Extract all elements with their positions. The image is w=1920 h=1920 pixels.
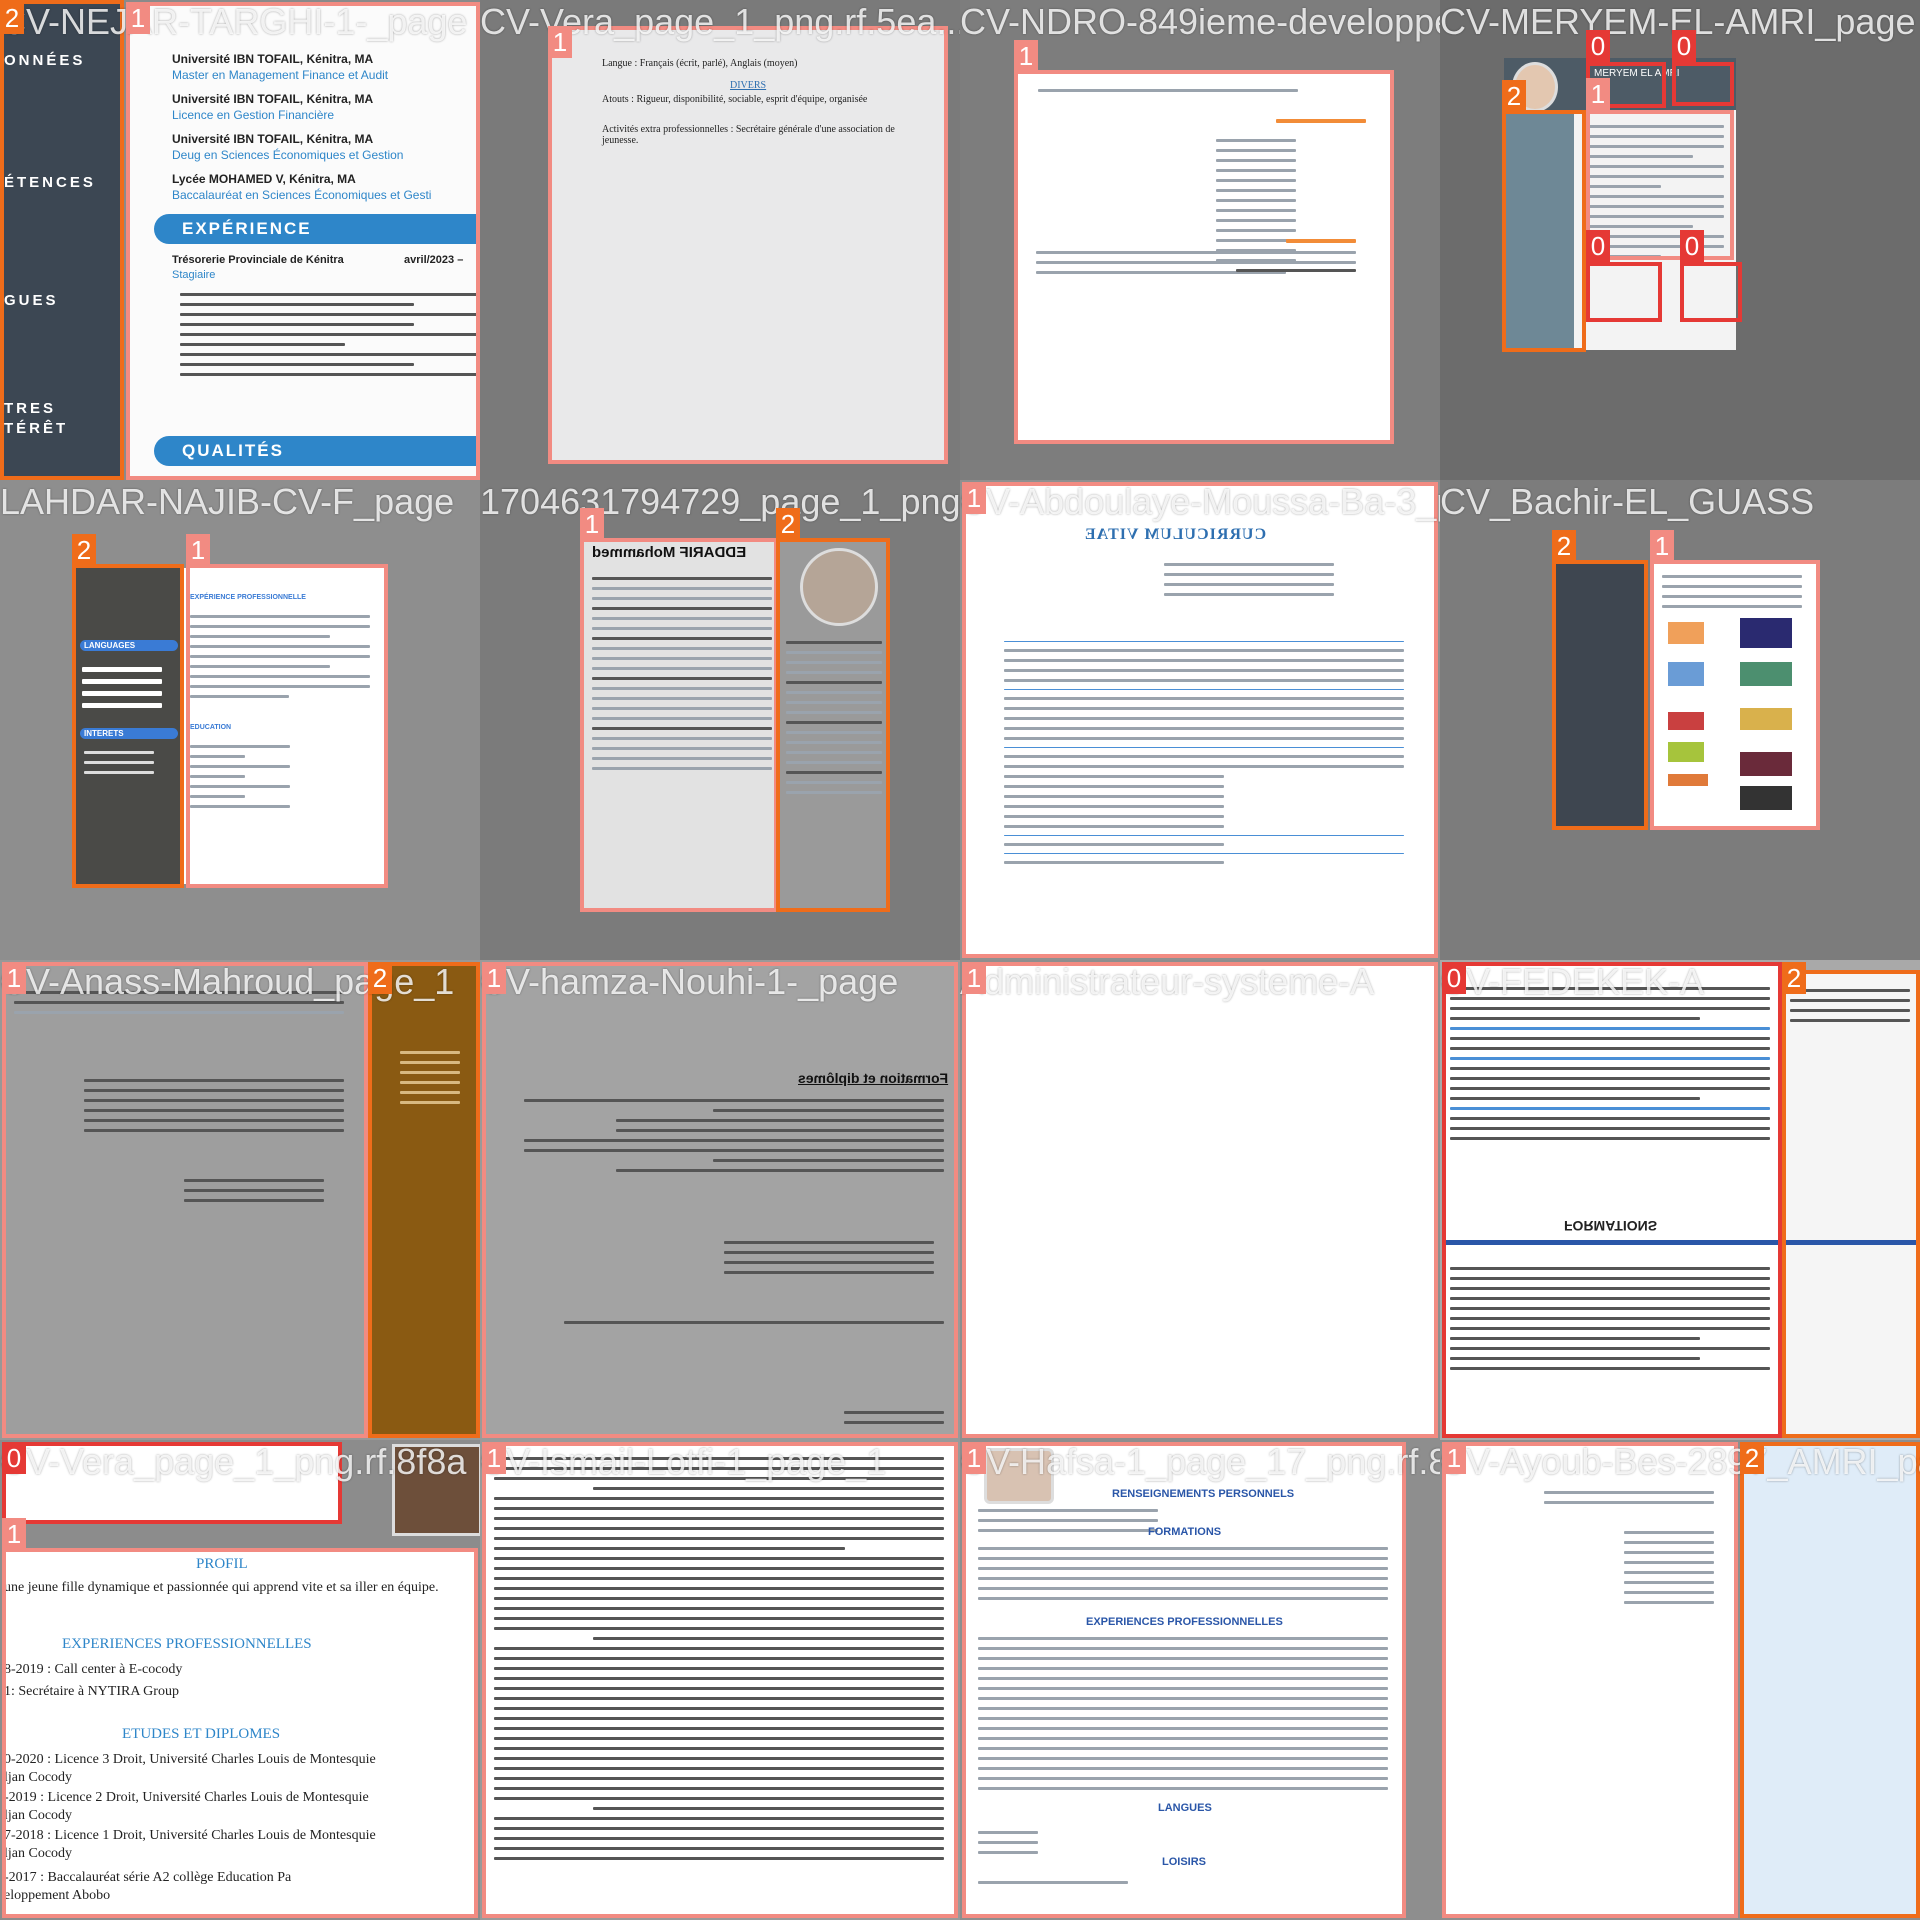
class-label: 1 <box>126 2 150 34</box>
class-label: 2 <box>72 534 96 566</box>
grid-tile[interactable]: MERYEM EL AMRI 0 0 2 1 0 0 CV-MERYEM-EL-… <box>1440 0 1920 480</box>
detection-box <box>1672 62 1734 106</box>
detection-box <box>1680 262 1742 322</box>
class-label: 1 <box>962 482 986 514</box>
class-label: 1 <box>548 26 572 58</box>
class-label: 2 <box>1782 962 1806 994</box>
class-label: 1 <box>1442 1442 1466 1474</box>
detection-box <box>962 1442 1406 1918</box>
detection-box <box>186 564 388 888</box>
tile-filename: CV-NDRO-849ieme-developpeur <box>960 1 1440 42</box>
grid-tile[interactable]: 1 2 CV-Ayoub-Bes-2897_AMRI_page <box>1440 1440 1920 1920</box>
detection-box <box>962 482 1438 958</box>
class-label: 1 <box>1586 78 1610 110</box>
detection-box <box>1442 1442 1738 1918</box>
class-label: 2 <box>368 962 392 994</box>
grid-tile[interactable]: 1 Administrateur-systeme-A <box>960 960 1440 1440</box>
class-label: 0 <box>1586 230 1610 262</box>
grid-tile[interactable]: FORMATIONS 0 2 CV-FEDEKEK-A <box>1440 960 1920 1440</box>
class-label: 0 <box>2 1442 26 1474</box>
class-label: 1 <box>1650 530 1674 562</box>
class-label: 1 <box>962 1442 986 1474</box>
tile-filename: CV_Bachir-EL_GUASS <box>1440 481 1815 522</box>
class-label: 0 <box>1586 30 1610 62</box>
grid-tile[interactable]: 1 2 CV-Anass-Mahroud_page_1 <box>0 960 480 1440</box>
class-label: 0 <box>1442 962 1466 994</box>
detection-box <box>72 564 184 888</box>
detection-box <box>126 2 480 480</box>
avatar <box>392 1444 480 1536</box>
class-label: 2 <box>1740 1442 1764 1474</box>
class-label: 1 <box>1014 40 1038 72</box>
class-label: 0 <box>1672 30 1696 62</box>
detection-box <box>2 1442 342 1524</box>
detection-box <box>962 962 1438 1438</box>
detection-box <box>2 1548 478 1918</box>
class-label: 1 <box>482 1442 506 1474</box>
class-label: 2 <box>776 508 800 540</box>
class-label: 1 <box>2 1518 26 1550</box>
detection-box <box>580 538 778 912</box>
grid-tile[interactable]: CURRICULUM VITAE 1 CV-Abdoulaye-Moussa-B… <box>960 480 1440 960</box>
detection-box <box>1014 70 1394 444</box>
grid-tile[interactable]: 1 CV-Ismail-Lotfi-1_page_1 <box>480 1440 960 1920</box>
class-label: 1 <box>2 962 26 994</box>
detection-box <box>776 538 890 912</box>
class-label: 1 <box>186 534 210 566</box>
detection-box <box>482 962 958 1438</box>
grid-tile[interactable]: 1 CV-NDRO-849ieme-developpeur <box>960 0 1440 480</box>
grid-tile[interactable]: Langue : Français (écrit, parlé), Anglai… <box>480 0 960 480</box>
detection-box <box>1502 110 1586 352</box>
class-label: 2 <box>1552 530 1576 562</box>
grid-tile[interactable]: PROFIL une jeune fille dynamique et pass… <box>0 1440 480 1920</box>
detection-box <box>0 0 124 480</box>
grid-tile[interactable]: Formation et diplômes 1 CV-hamza-Nouhi-1… <box>480 960 960 1440</box>
grid-tile[interactable]: ONNÉES ÉTENCES GUES TRES TÉRÊT Universit… <box>0 0 480 480</box>
grid-tile[interactable]: LANGUAGES INTERETS EXPÉRIENCE PROFESSION… <box>0 480 480 960</box>
detection-box <box>368 962 480 1438</box>
class-label: 1 <box>962 962 986 994</box>
detection-box <box>548 26 948 464</box>
class-label: 0 <box>1680 230 1704 262</box>
tile-filename: LAHDAR-NAJIB-CV-F_page <box>0 481 455 522</box>
detection-box <box>1442 962 1782 1438</box>
class-label: 1 <box>580 508 604 540</box>
detection-box <box>1586 262 1662 322</box>
class-label: 2 <box>0 2 24 34</box>
class-label: 1 <box>482 962 506 994</box>
class-label: 2 <box>1502 80 1526 112</box>
grid-tile[interactable]: 2 1 CV_Bachir-EL_GUASS <box>1440 480 1920 960</box>
detection-box <box>482 1442 958 1918</box>
grid-tile[interactable]: RENSEIGNEMENTS PERSONNELS FORMATIONS EXP… <box>960 1440 1440 1920</box>
detection-box <box>1782 970 1920 1438</box>
tile-filename: 1704631794729_page_1_png <box>480 481 960 522</box>
detection-box <box>1552 560 1648 830</box>
detection-box <box>1650 560 1820 830</box>
detection-box <box>1740 1442 1920 1918</box>
detection-box <box>2 962 368 1438</box>
grid-tile[interactable]: EDDARIF Mohammed 1 2 1704631794729_page_… <box>480 480 960 960</box>
